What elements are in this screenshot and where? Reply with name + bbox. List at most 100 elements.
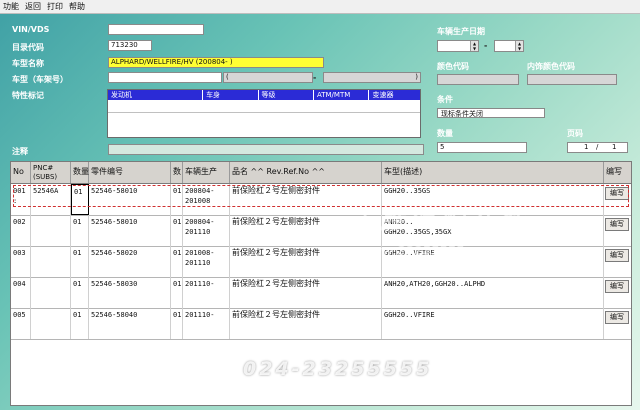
cell-model-desc: GGH20..VFIRE xyxy=(382,308,604,339)
model-code-label: 车型（车架号） xyxy=(12,75,68,84)
menu-bar: 功能 返回 打印 帮助 xyxy=(0,0,640,14)
interior-color-input[interactable] xyxy=(527,74,617,85)
spinner-arrows-icon[interactable]: ▲ ▼ xyxy=(470,41,478,51)
cell-model-desc: ANH20,ATH20,GGH20..ALPHD xyxy=(382,277,604,308)
page-label: 页码 xyxy=(567,129,583,138)
cell-no-value: 003 xyxy=(13,249,26,257)
model-code-part3[interactable]: ) xyxy=(323,72,421,83)
col-qty-short[interactable]: 数量 xyxy=(71,162,89,183)
cell-pnc xyxy=(31,215,71,246)
cell-part-no: 52546-58010 xyxy=(89,215,171,246)
cell-production-from: 200804- xyxy=(185,187,215,195)
table-row[interactable]: 005 01 52546-58040 01 201110- 前保险杠２号左侧密封件 GGH2… xyxy=(11,308,631,340)
cell-qty-short: 01 xyxy=(71,246,89,277)
col-edit[interactable]: 编写 xyxy=(604,162,631,183)
cell-model-line2: GGH20..35GS,35GX xyxy=(384,228,452,236)
spec-col-body: 车身 xyxy=(203,90,259,100)
cell-name: 前保险杠２号左侧密封件 xyxy=(230,246,382,277)
cell-no: 004 xyxy=(11,277,31,308)
cell-model-line1: ANH20,ATH20,GGH20..ALPHD xyxy=(384,280,486,288)
edit-button[interactable]: 编写 xyxy=(605,187,629,200)
spec-grid-row[interactable] xyxy=(108,102,420,113)
col-pnc-subs: (SUBS) xyxy=(33,173,58,181)
vin-input[interactable] xyxy=(108,24,204,35)
cell-pnc xyxy=(31,246,71,277)
spec-col-engine: 发动机 xyxy=(108,90,204,100)
col-no[interactable]: No xyxy=(11,162,31,183)
quantity-field: 5 xyxy=(437,142,527,153)
cell-model-desc: GGH20..VFIRE xyxy=(382,246,604,277)
model-code-separator: - xyxy=(313,73,317,82)
table-row[interactable]: 004 01 52546-58030 01 201110- 前保险杠２号左侧密封件 ANH2… xyxy=(11,277,631,309)
col-qty[interactable]: 数 xyxy=(171,162,183,183)
cell-part-no: 52546-58040 xyxy=(89,308,171,339)
col-part-number[interactable]: 零件编号 xyxy=(89,162,171,183)
model-code-part2[interactable]: ( xyxy=(223,72,313,83)
cell-production-from: 201110- xyxy=(185,311,215,319)
col-production[interactable]: 车辆生产 xyxy=(183,162,230,183)
model-code-input[interactable] xyxy=(108,72,222,83)
cell-name: 前保险杠２号左侧密封件 xyxy=(230,184,382,215)
cell-no-value: 001 xyxy=(13,187,26,195)
cell-qty: 01 xyxy=(171,277,183,308)
model-name-field: ALPHARD/WELLFIRE/HV (200804- ) xyxy=(108,57,324,68)
model-name-label: 车型名称 xyxy=(12,59,44,68)
cell-production-from: 201110- xyxy=(185,280,215,288)
color-code-label: 颜色代码 xyxy=(437,62,469,71)
cell-part-no: 52546-58020 xyxy=(89,246,171,277)
page-separator: / xyxy=(596,143,599,151)
cell-qty-short: 01 xyxy=(71,215,89,246)
col-model-desc[interactable]: 车型(描述) xyxy=(382,162,604,183)
cell-qty: 01 xyxy=(171,246,183,277)
table-row[interactable]: 003 01 52546-58020 01 201008- 201110 前保险杠２号左侧密… xyxy=(11,246,631,278)
col-pnc-label: PNC# xyxy=(33,164,54,172)
production-date-to[interactable]: ▲ ▼ xyxy=(494,40,524,52)
cell-part-no: 52546-58030 xyxy=(89,277,171,308)
cell-no-value: 005 xyxy=(13,311,26,319)
page-current: 1 xyxy=(584,143,589,151)
interior-color-label: 内饰颜色代码 xyxy=(527,62,575,71)
color-code-input[interactable] xyxy=(437,74,519,85)
cell-pnc xyxy=(31,277,71,308)
col-pnc[interactable]: PNC# (SUBS) xyxy=(31,162,71,183)
edit-button[interactable]: 编写 xyxy=(605,311,629,324)
parts-table[interactable]: No PNC# (SUBS) 数量 零件编号 数 车辆生产 品名 ^^ Rev.… xyxy=(10,161,632,406)
catalog-code-label: 目录代码 xyxy=(12,43,44,52)
condition-toggle-button[interactable]: 现标条件关闭 xyxy=(437,108,545,118)
catalog-code-input[interactable]: 713230 xyxy=(108,40,152,51)
edit-button[interactable]: 编写 xyxy=(605,218,629,231)
note-field xyxy=(108,144,424,155)
menu-function[interactable]: 功能 xyxy=(0,0,22,13)
cell-model-desc: GGH20..35GS xyxy=(382,184,604,215)
spec-grid[interactable]: 发动机 车身 等级 ATM/MTM 变速器 xyxy=(107,89,421,138)
menu-help[interactable]: 帮助 xyxy=(66,0,88,13)
spinner-arrows-icon[interactable]: ▲ ▼ xyxy=(515,41,523,51)
cell-name: 前保险杠２号左侧密封件 xyxy=(230,277,382,308)
cell-name: 前保险杠２号左侧密封件 xyxy=(230,215,382,246)
cell-production-from: 201008- xyxy=(185,249,215,257)
menu-print[interactable]: 打印 xyxy=(44,0,66,13)
cell-edit: 编写 xyxy=(604,215,631,246)
cell-production-to: 201110 xyxy=(185,228,211,236)
table-header: No PNC# (SUBS) 数量 零件编号 数 车辆生产 品名 ^^ Rev.… xyxy=(11,162,631,184)
spec-label: 特性标记 xyxy=(12,91,44,100)
cell-production-from: 200804- xyxy=(185,218,215,226)
table-row[interactable]: 001:52546A 01 52546-58010 01 200804- 201008 前保… xyxy=(11,184,631,216)
cell-model-line1: ANH20.. xyxy=(384,218,414,226)
production-date-label: 车辆生产日期 xyxy=(437,27,485,36)
cell-pnc xyxy=(31,308,71,339)
page-indicator: 1 / 1 xyxy=(567,142,628,153)
cell-no-sub: : xyxy=(13,197,18,205)
edit-button[interactable]: 编写 xyxy=(605,280,629,293)
cell-edit: 编写 xyxy=(604,246,631,277)
cell-qty: 01 xyxy=(171,184,183,215)
cell-model-desc: ANH20.. GGH20..35GS,35GX xyxy=(382,215,604,246)
cell-production: 200804- 201110 xyxy=(183,215,230,246)
condition-label: 条件 xyxy=(437,95,453,104)
production-date-from[interactable]: ▲ ▼ xyxy=(437,40,479,52)
table-row[interactable]: 002 01 52546-58010 01 200804- 201110 前保险杠２号左侧密… xyxy=(11,215,631,247)
menu-back[interactable]: 返回 xyxy=(22,0,44,13)
cell-no-value: 002 xyxy=(13,218,26,226)
edit-button[interactable]: 编写 xyxy=(605,249,629,262)
col-part-name[interactable]: 品名 ^^ Rev.Ref.No ^^ xyxy=(230,162,382,183)
